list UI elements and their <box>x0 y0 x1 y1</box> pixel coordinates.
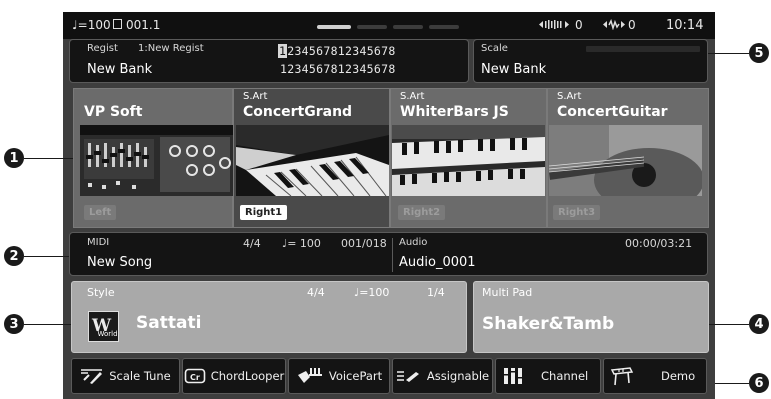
status-tempo: ♩=100 <box>72 18 111 32</box>
voice-image-piano <box>236 125 389 196</box>
callout-3: 3 <box>4 314 24 334</box>
style-tempo: ♩=100 <box>354 286 390 299</box>
voice-part-icon <box>297 368 322 383</box>
style-measure: 1/4 <box>427 286 445 299</box>
demo-icon <box>610 367 634 386</box>
song-position: 001/018 <box>341 237 387 250</box>
style-name: Sattati <box>136 313 202 333</box>
scale-label: Scale <box>481 43 508 54</box>
clock: 10:14 <box>666 18 704 33</box>
voice-prefix: S.Art <box>557 91 582 102</box>
regist-label: Regist <box>87 43 118 54</box>
scale-tune-button[interactable]: Scale Tune <box>71 358 180 394</box>
callout-leader <box>24 256 69 257</box>
multi-pad-label: Multi Pad <box>482 286 533 299</box>
audio-song-time: 00:00/03:21 <box>625 237 693 250</box>
audio-in-value: 0 <box>628 18 636 32</box>
callout-4: 4 <box>749 314 769 334</box>
voice-name: VP Soft <box>84 104 143 120</box>
voice-image-guitar <box>549 125 702 196</box>
audio-song-name: Audio_0001 <box>399 255 476 270</box>
page-indicator <box>393 25 423 29</box>
audio-song-label: Audio <box>399 237 428 248</box>
assignable-icon <box>396 371 419 382</box>
song-time-signature: 4/4 <box>243 237 261 250</box>
scale-indicator <box>586 46 700 52</box>
channel-button[interactable]: Channel <box>495 358 601 394</box>
style-time-signature: 4/4 <box>307 286 325 299</box>
voice-name: WhiterBars JS <box>400 104 509 120</box>
scale-tune-icon <box>81 369 103 384</box>
part-button-left[interactable]: Left <box>84 205 117 220</box>
midi-song-label: MIDI <box>87 237 110 248</box>
chord-looper-button[interactable]: Cr ChordLooper <box>182 358 286 394</box>
regist-name: 1:New Regist <box>138 43 204 54</box>
voice-image-synth <box>80 125 233 196</box>
voice-prefix: S.Art <box>400 91 425 102</box>
chord-looper-icon: Cr <box>184 368 206 384</box>
part-button-right2[interactable]: Right2 <box>398 205 446 220</box>
style-panel[interactable] <box>71 281 467 353</box>
page-indicator-active <box>317 25 351 29</box>
style-label: Style <box>87 286 115 299</box>
callout-leader <box>24 324 71 325</box>
voice-prefix: S.Art <box>243 91 268 102</box>
part-button-right1[interactable]: Right1 <box>240 205 288 220</box>
callout-leader <box>708 53 749 54</box>
callout-1: 1 <box>4 148 24 168</box>
callout-leader <box>709 324 749 325</box>
page-indicator <box>357 25 387 29</box>
channel-icon <box>504 368 522 384</box>
callout-2: 2 <box>4 246 24 266</box>
midi-in-value: 0 <box>575 18 583 32</box>
scale-bank: New Bank <box>481 62 547 77</box>
assignable-button[interactable]: Assignable <box>392 358 493 394</box>
bar-counter-icon <box>113 19 122 29</box>
regist-bank: New Bank <box>87 62 153 77</box>
regist-memory-row-2[interactable]: 1234567812345678 <box>280 62 396 76</box>
regist-memory-row-1[interactable]: 1234567812345678 <box>278 44 396 58</box>
song-panel[interactable] <box>69 232 708 276</box>
status-bar-counter: 001.1 <box>126 18 161 32</box>
midi-in-icon <box>539 20 569 29</box>
regist-memory-selected[interactable]: 1 <box>278 44 288 58</box>
callout-6: 6 <box>749 373 769 393</box>
svg-text:Cr: Cr <box>190 373 200 382</box>
voice-name: ConcertGuitar <box>557 104 668 120</box>
demo-button[interactable]: Demo <box>603 358 707 394</box>
voice-part-button[interactable]: VoicePart <box>288 358 390 394</box>
part-button-right3[interactable]: Right3 <box>553 205 601 220</box>
voice-image-organ <box>392 125 545 196</box>
song-tempo: ♩= 100 <box>282 237 321 250</box>
world-category-icon: W World <box>88 311 119 342</box>
callout-leader <box>24 158 73 159</box>
callout-5: 5 <box>749 43 769 63</box>
multi-pad-name: Shaker&Tamb <box>482 314 615 334</box>
midi-song-name: New Song <box>87 255 153 270</box>
song-divider <box>392 238 393 272</box>
page-indicator <box>429 25 459 29</box>
callout-leader <box>715 383 749 384</box>
audio-in-icon <box>603 19 625 30</box>
voice-name: ConcertGrand <box>243 104 353 120</box>
